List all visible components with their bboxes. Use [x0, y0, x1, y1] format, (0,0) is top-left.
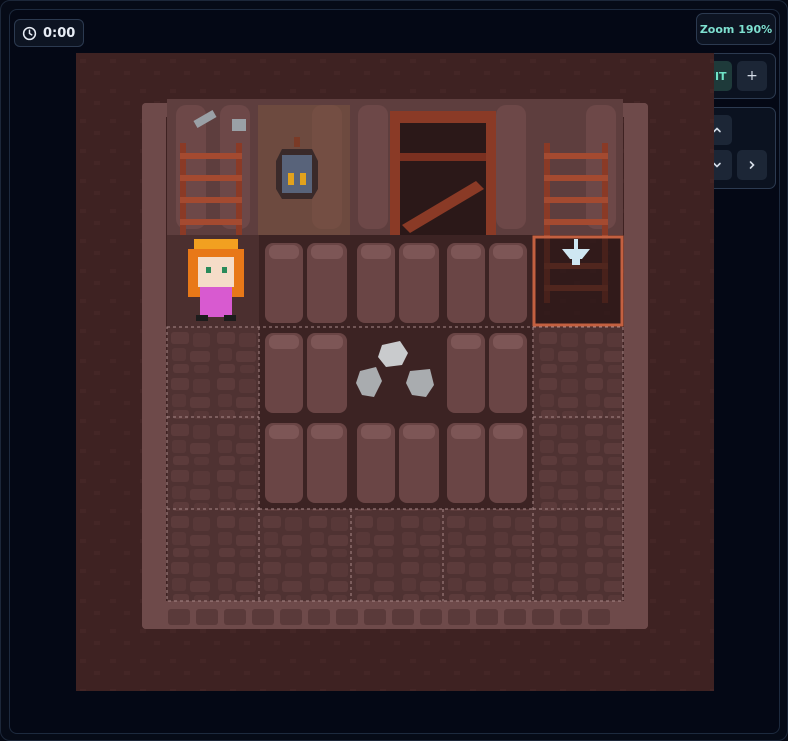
zoom-in-button[interactable]: +	[737, 61, 767, 91]
timer: 0:00	[14, 19, 85, 47]
floor-bottom	[167, 509, 623, 601]
mine-shaft-stairs-icon	[390, 111, 496, 235]
game-window: 0:00 Zoom 190% − FIT +	[0, 0, 788, 741]
timer-text: 0:00	[43, 25, 76, 41]
clock-icon	[22, 26, 37, 41]
game-board[interactable]	[76, 53, 714, 691]
chevron-right-icon	[749, 161, 755, 169]
zoom-level-label: Zoom 190%	[696, 13, 776, 45]
move-right-button[interactable]	[737, 150, 767, 180]
floor-right	[533, 327, 623, 509]
game-board-canvas	[76, 53, 714, 691]
rock-pillars	[259, 235, 533, 509]
